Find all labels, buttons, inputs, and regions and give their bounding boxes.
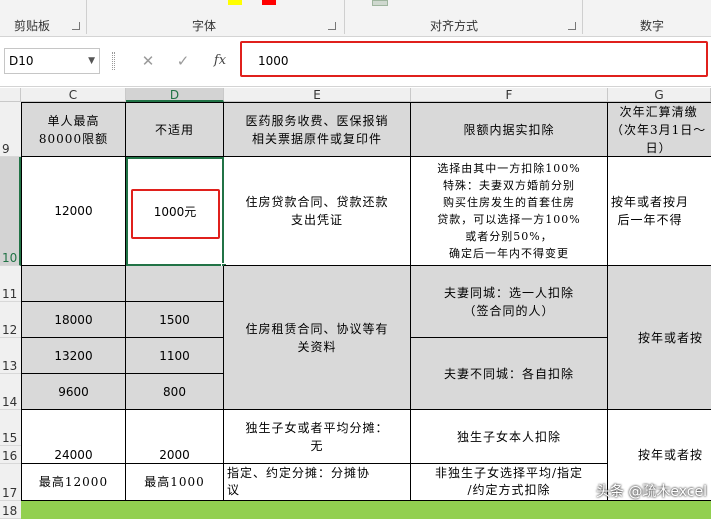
enter-icon[interactable]: ✓ xyxy=(170,48,196,74)
cell-f13[interactable]: 夫妻不同城：各自扣除 xyxy=(411,338,608,410)
ribbon-separator xyxy=(344,0,345,34)
row-header-17[interactable]: 17 xyxy=(0,464,21,501)
ribbon-group-alignment: 对齐方式 xyxy=(430,19,479,33)
highlight-box xyxy=(131,189,220,239)
cell-g11[interactable]: 按年或者按 xyxy=(608,266,711,410)
cancel-icon[interactable]: ✕ xyxy=(135,48,161,74)
select-all-corner[interactable] xyxy=(0,88,21,102)
dialog-launcher-icon[interactable] xyxy=(328,22,336,30)
cell-d14[interactable]: 800 xyxy=(126,374,224,410)
cell-c12[interactable]: 18000 xyxy=(21,302,126,338)
cell-d13[interactable]: 1100 xyxy=(126,338,224,374)
ribbon: 剪贴板 字体 对齐方式 数字 xyxy=(0,0,711,37)
cell-e9[interactable]: 医药服务收费、医保报销 相关票据原件或复印件 xyxy=(224,102,411,157)
row-header-18[interactable]: 18 xyxy=(0,501,21,519)
row-header-10[interactable]: 10 xyxy=(0,157,21,266)
cell-d15[interactable] xyxy=(126,410,224,446)
dialog-launcher-icon[interactable] xyxy=(568,22,576,30)
dialog-launcher-icon[interactable] xyxy=(72,22,80,30)
column-header-d[interactable]: D xyxy=(126,88,224,102)
cell-f17[interactable]: 非独生子女选择平均/指定 /约定方式扣除 xyxy=(411,464,608,501)
cell-c16[interactable]: 24000 xyxy=(21,446,126,464)
cell-f11[interactable]: 夫妻同城：选一人扣除 （签合同的人） xyxy=(411,266,608,338)
cell-g10[interactable]: 按年或者按月 后一年不得 xyxy=(608,157,711,266)
cell-c10[interactable]: 12000 xyxy=(21,157,126,266)
cell-d9[interactable]: 不适用 xyxy=(126,102,224,157)
name-box-value: D10 xyxy=(9,54,34,68)
cell-e10[interactable]: 住房贷款合同、贷款还款 支出凭证 xyxy=(224,157,411,266)
row-header-16[interactable]: 16 xyxy=(0,446,21,464)
cell-c11[interactable] xyxy=(21,266,126,302)
name-box[interactable]: D10 ▼ xyxy=(4,48,100,74)
row-18-green-band[interactable] xyxy=(21,501,711,519)
formula-input[interactable]: 1000 xyxy=(240,41,708,77)
font-color-swatch-yellow[interactable] xyxy=(228,0,242,5)
cell-c15[interactable] xyxy=(21,410,126,446)
cell-f10[interactable]: 选择由其中一方扣除100% 特殊：夫妻双方婚前分别 购买住房发生的首套住房 贷款… xyxy=(411,157,608,266)
formula-bar-grip[interactable] xyxy=(112,52,115,70)
watermark: 头条 @疏木excel xyxy=(595,484,707,500)
ribbon-group-font: 字体 xyxy=(192,19,217,33)
insert-function-icon[interactable]: fx xyxy=(207,48,233,74)
cell-c17[interactable]: 最高12000 xyxy=(21,464,126,501)
column-header-c[interactable]: C xyxy=(21,88,126,102)
cell-e15[interactable]: 独生子女或者平均分摊： 无 xyxy=(224,410,411,464)
row-header-13[interactable]: 13 xyxy=(0,338,21,374)
cell-e11[interactable]: 住房租赁合同、协议等有 关资料 xyxy=(224,266,411,410)
ribbon-group-number: 数字 xyxy=(640,19,665,33)
font-color-swatch-red[interactable] xyxy=(262,0,276,5)
ribbon-separator xyxy=(86,0,87,34)
cell-e17[interactable]: 指定、约定分摊：分摊协 议 xyxy=(224,464,411,501)
cell-f15[interactable]: 独生子女本人扣除 xyxy=(411,410,608,464)
cell-c14[interactable]: 9600 xyxy=(21,374,126,410)
cell-d12[interactable]: 1500 xyxy=(126,302,224,338)
row-header-12[interactable]: 12 xyxy=(0,302,21,338)
chevron-down-icon[interactable]: ▼ xyxy=(88,49,95,73)
cell-d17[interactable]: 最高1000 xyxy=(126,464,224,501)
cell-f9[interactable]: 限额内据实扣除 xyxy=(411,102,608,157)
row-header-11[interactable]: 11 xyxy=(0,266,21,302)
cell-c13[interactable]: 13200 xyxy=(21,338,126,374)
ribbon-group-clipboard: 剪贴板 xyxy=(14,19,51,33)
cell-c9[interactable]: 单人最高 80000限额 xyxy=(21,102,126,157)
ribbon-separator xyxy=(582,0,583,34)
cell-d16[interactable]: 2000 xyxy=(126,446,224,464)
column-header-g[interactable]: G xyxy=(608,88,711,102)
align-button[interactable] xyxy=(372,0,388,6)
row-header-9[interactable]: 9 xyxy=(0,102,21,157)
column-header-e[interactable]: E xyxy=(224,88,411,102)
row-header-15[interactable]: 15 xyxy=(0,410,21,446)
cell-g9[interactable]: 次年汇算清缴 （次年3月1日～ 日） xyxy=(608,102,711,157)
column-header-f[interactable]: F xyxy=(411,88,608,102)
row-header-14[interactable]: 14 xyxy=(0,374,21,410)
cell-d11[interactable] xyxy=(126,266,224,302)
